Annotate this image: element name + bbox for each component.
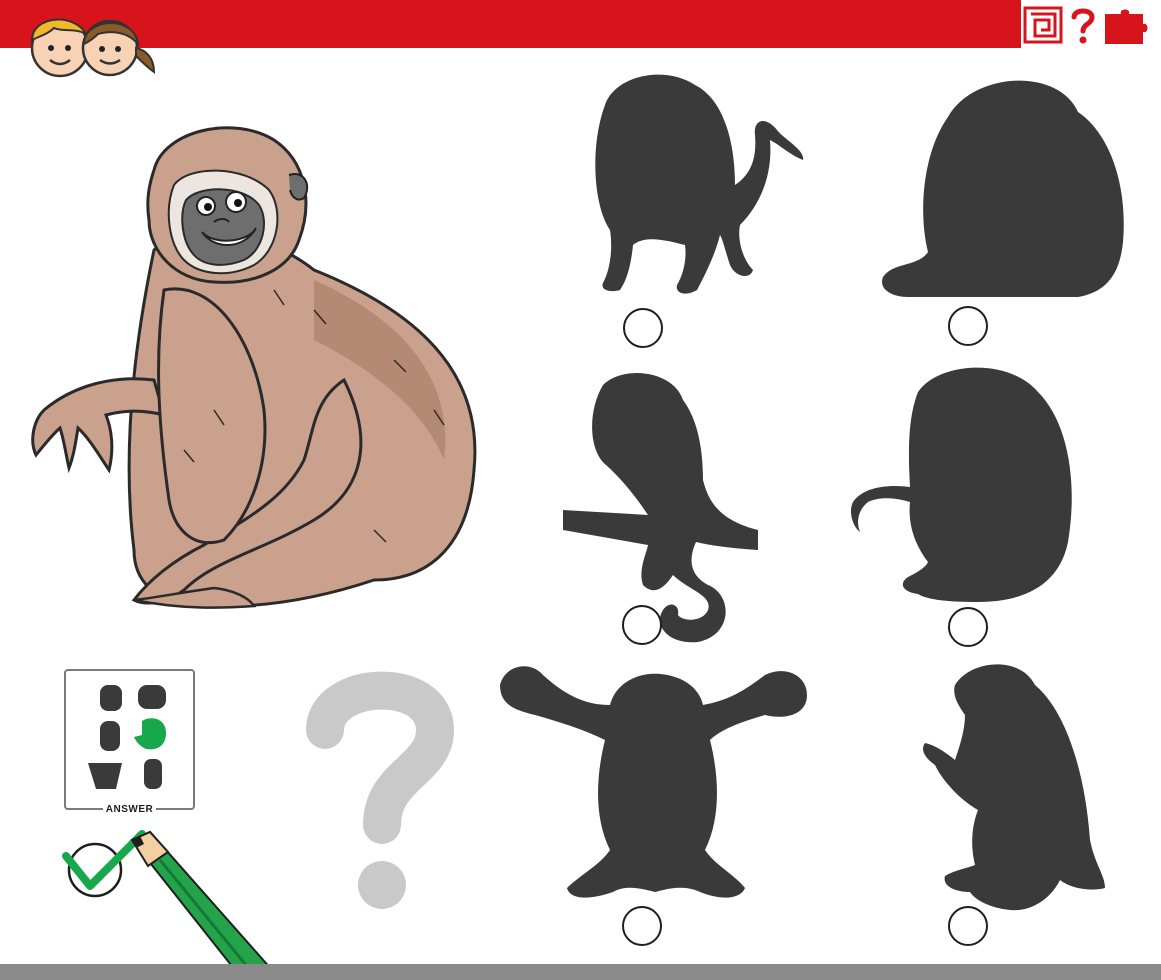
shadow-option-4[interactable] [848, 362, 1078, 607]
answer-circle-6[interactable] [948, 906, 988, 946]
shadow-option-2[interactable] [878, 72, 1128, 302]
puzzle-icon [1105, 9, 1148, 44]
pencil-check-graphic [62, 830, 274, 970]
pencil-icon [130, 830, 274, 970]
header-icons [1021, 0, 1161, 48]
answer-circle-5[interactable] [622, 906, 662, 946]
answer-key-box: ANSWER [64, 669, 195, 815]
header-bar [0, 0, 1161, 48]
maze-icon [1023, 6, 1063, 44]
answer-label: ANSWER [66, 804, 193, 815]
question-mark-graphic [306, 671, 455, 909]
answer-key-thumbnails [88, 685, 166, 789]
answer-circle-4[interactable] [948, 607, 988, 647]
shadow-option-3[interactable] [558, 370, 763, 645]
shadow-option-1[interactable] [585, 65, 810, 305]
answer-circle-1[interactable] [623, 308, 663, 348]
shadow-option-6[interactable] [920, 660, 1110, 920]
gibbon-picture [31, 126, 477, 609]
question-icon [1071, 8, 1095, 44]
shadow-option-5[interactable] [495, 660, 810, 910]
kids-logo [30, 18, 156, 78]
bottom-bar [0, 964, 1161, 980]
answer-circle-2[interactable] [948, 306, 988, 346]
answer-circle-3[interactable] [622, 605, 662, 645]
